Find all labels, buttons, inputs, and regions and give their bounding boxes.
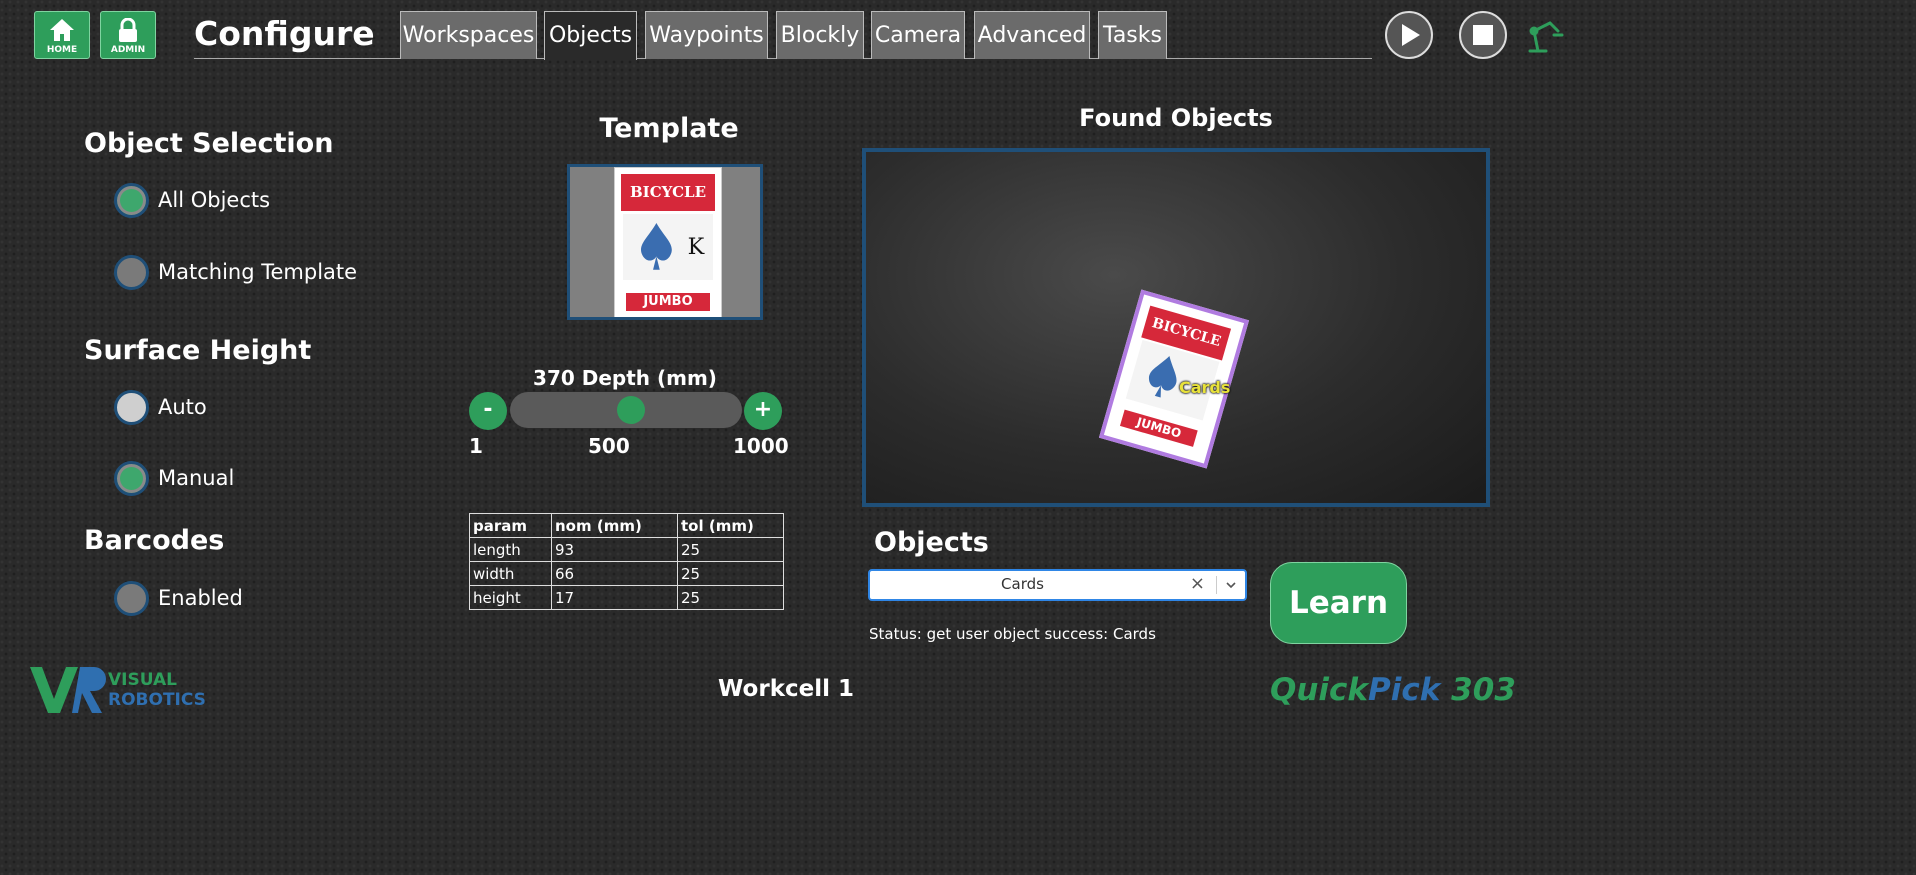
radio-matching-template[interactable] — [114, 255, 149, 290]
table-cell: 66 — [551, 561, 678, 586]
all-objects-label: All Objects — [158, 188, 271, 212]
tab-advanced[interactable]: Advanced — [974, 11, 1090, 59]
template-title: Template — [599, 113, 739, 144]
workcell-label: Workcell 1 — [718, 676, 855, 702]
depth-min-label: 1 — [469, 434, 483, 458]
surface-height-title: Surface Height — [84, 335, 312, 366]
radio-barcodes-enabled[interactable] — [114, 581, 149, 616]
tab-tasks[interactable]: Tasks — [1098, 11, 1167, 59]
params-table: param nom (mm) tol (mm) length 93 25 wid… — [469, 513, 784, 610]
learn-button[interactable]: Learn — [1270, 562, 1407, 644]
table-cell: length — [469, 537, 552, 562]
table-cell: height — [469, 585, 552, 610]
tab-workspaces[interactable]: Workspaces — [400, 11, 537, 59]
visual-robotics-logo: VISUAL ROBOTICS — [30, 663, 206, 719]
table-cell: 25 — [677, 537, 784, 562]
logo-text-robotics: ROBOTICS — [108, 690, 206, 710]
status-text: Status: get user object success: Cards — [869, 625, 1156, 643]
lock-icon — [119, 18, 137, 42]
radio-all-objects[interactable] — [114, 183, 149, 218]
column-header: tol (mm) — [677, 513, 784, 538]
product-pick: Pick — [1368, 672, 1441, 708]
table-cell: width — [469, 561, 552, 586]
column-header: param — [469, 513, 552, 538]
tab-blockly[interactable]: Blockly — [776, 11, 864, 59]
logo-text-visual: VISUAL — [108, 670, 177, 690]
home-button[interactable]: HOME — [34, 11, 90, 59]
table-cell: 17 — [551, 585, 678, 610]
select-divider — [1216, 576, 1217, 594]
objects-select-value: Cards — [1001, 575, 1044, 593]
product-name: QuickPick 303 — [1270, 672, 1516, 708]
play-icon — [1402, 24, 1420, 46]
playing-card-image: BICYCLE K JUMBO — [614, 167, 722, 317]
vr-logo-icon — [30, 667, 106, 713]
table-row: height 17 25 — [469, 585, 784, 610]
admin-label: ADMIN — [110, 45, 146, 55]
stop-button[interactable] — [1459, 11, 1507, 59]
depth-max-label: 1000 — [733, 434, 789, 458]
depth-mid-label: 500 — [588, 434, 630, 458]
home-icon — [50, 19, 74, 41]
radio-manual[interactable] — [114, 461, 149, 496]
svg-text:K: K — [688, 234, 705, 260]
tab-waypoints[interactable]: Waypoints — [645, 11, 768, 59]
objects-select[interactable]: Cards × — [868, 569, 1247, 601]
table-row: width 66 25 — [469, 561, 784, 586]
table-row: length 93 25 — [469, 537, 784, 562]
tab-objects[interactable]: Objects — [544, 11, 637, 60]
auto-label: Auto — [158, 395, 207, 419]
barcodes-title: Barcodes — [84, 525, 225, 556]
objects-title: Objects — [874, 527, 989, 558]
camera-view: BICYCLE JUMBO Cards — [862, 148, 1490, 507]
play-button[interactable] — [1385, 11, 1433, 59]
object-selection-title: Object Selection — [84, 128, 334, 159]
home-label: HOME — [46, 45, 78, 55]
tab-camera[interactable]: Camera — [871, 11, 965, 59]
depth-slider[interactable] — [510, 392, 742, 428]
radio-auto[interactable] — [114, 390, 149, 425]
stop-icon — [1473, 25, 1493, 45]
chevron-down-icon[interactable] — [1225, 580, 1237, 590]
barcodes-enabled-label: Enabled — [158, 586, 243, 610]
table-cell: 93 — [551, 537, 678, 562]
page-title: Configure — [194, 14, 375, 53]
depth-decrease-button[interactable]: - — [469, 392, 507, 430]
admin-button[interactable]: ADMIN — [100, 11, 156, 59]
product-quick: Quick — [1270, 672, 1369, 708]
depth-slider-thumb[interactable] — [617, 396, 645, 424]
column-header: nom (mm) — [551, 513, 678, 538]
product-model: 303 — [1440, 672, 1516, 708]
table-cell: 25 — [677, 561, 784, 586]
template-image: BICYCLE K JUMBO — [567, 164, 763, 320]
depth-label: 370 Depth (mm) — [533, 366, 717, 390]
clear-icon[interactable]: × — [1190, 573, 1205, 594]
found-objects-title: Found Objects — [1079, 104, 1273, 132]
matching-template-label: Matching Template — [158, 260, 358, 284]
table-cell: 25 — [677, 585, 784, 610]
table-header-row: param nom (mm) tol (mm) — [469, 513, 784, 538]
spade-icon: K — [641, 222, 705, 270]
manual-label: Manual — [158, 466, 235, 490]
detection-label: Cards — [1179, 378, 1231, 397]
robot-arm-icon[interactable] — [1524, 15, 1564, 55]
depth-increase-button[interactable]: + — [744, 392, 782, 430]
